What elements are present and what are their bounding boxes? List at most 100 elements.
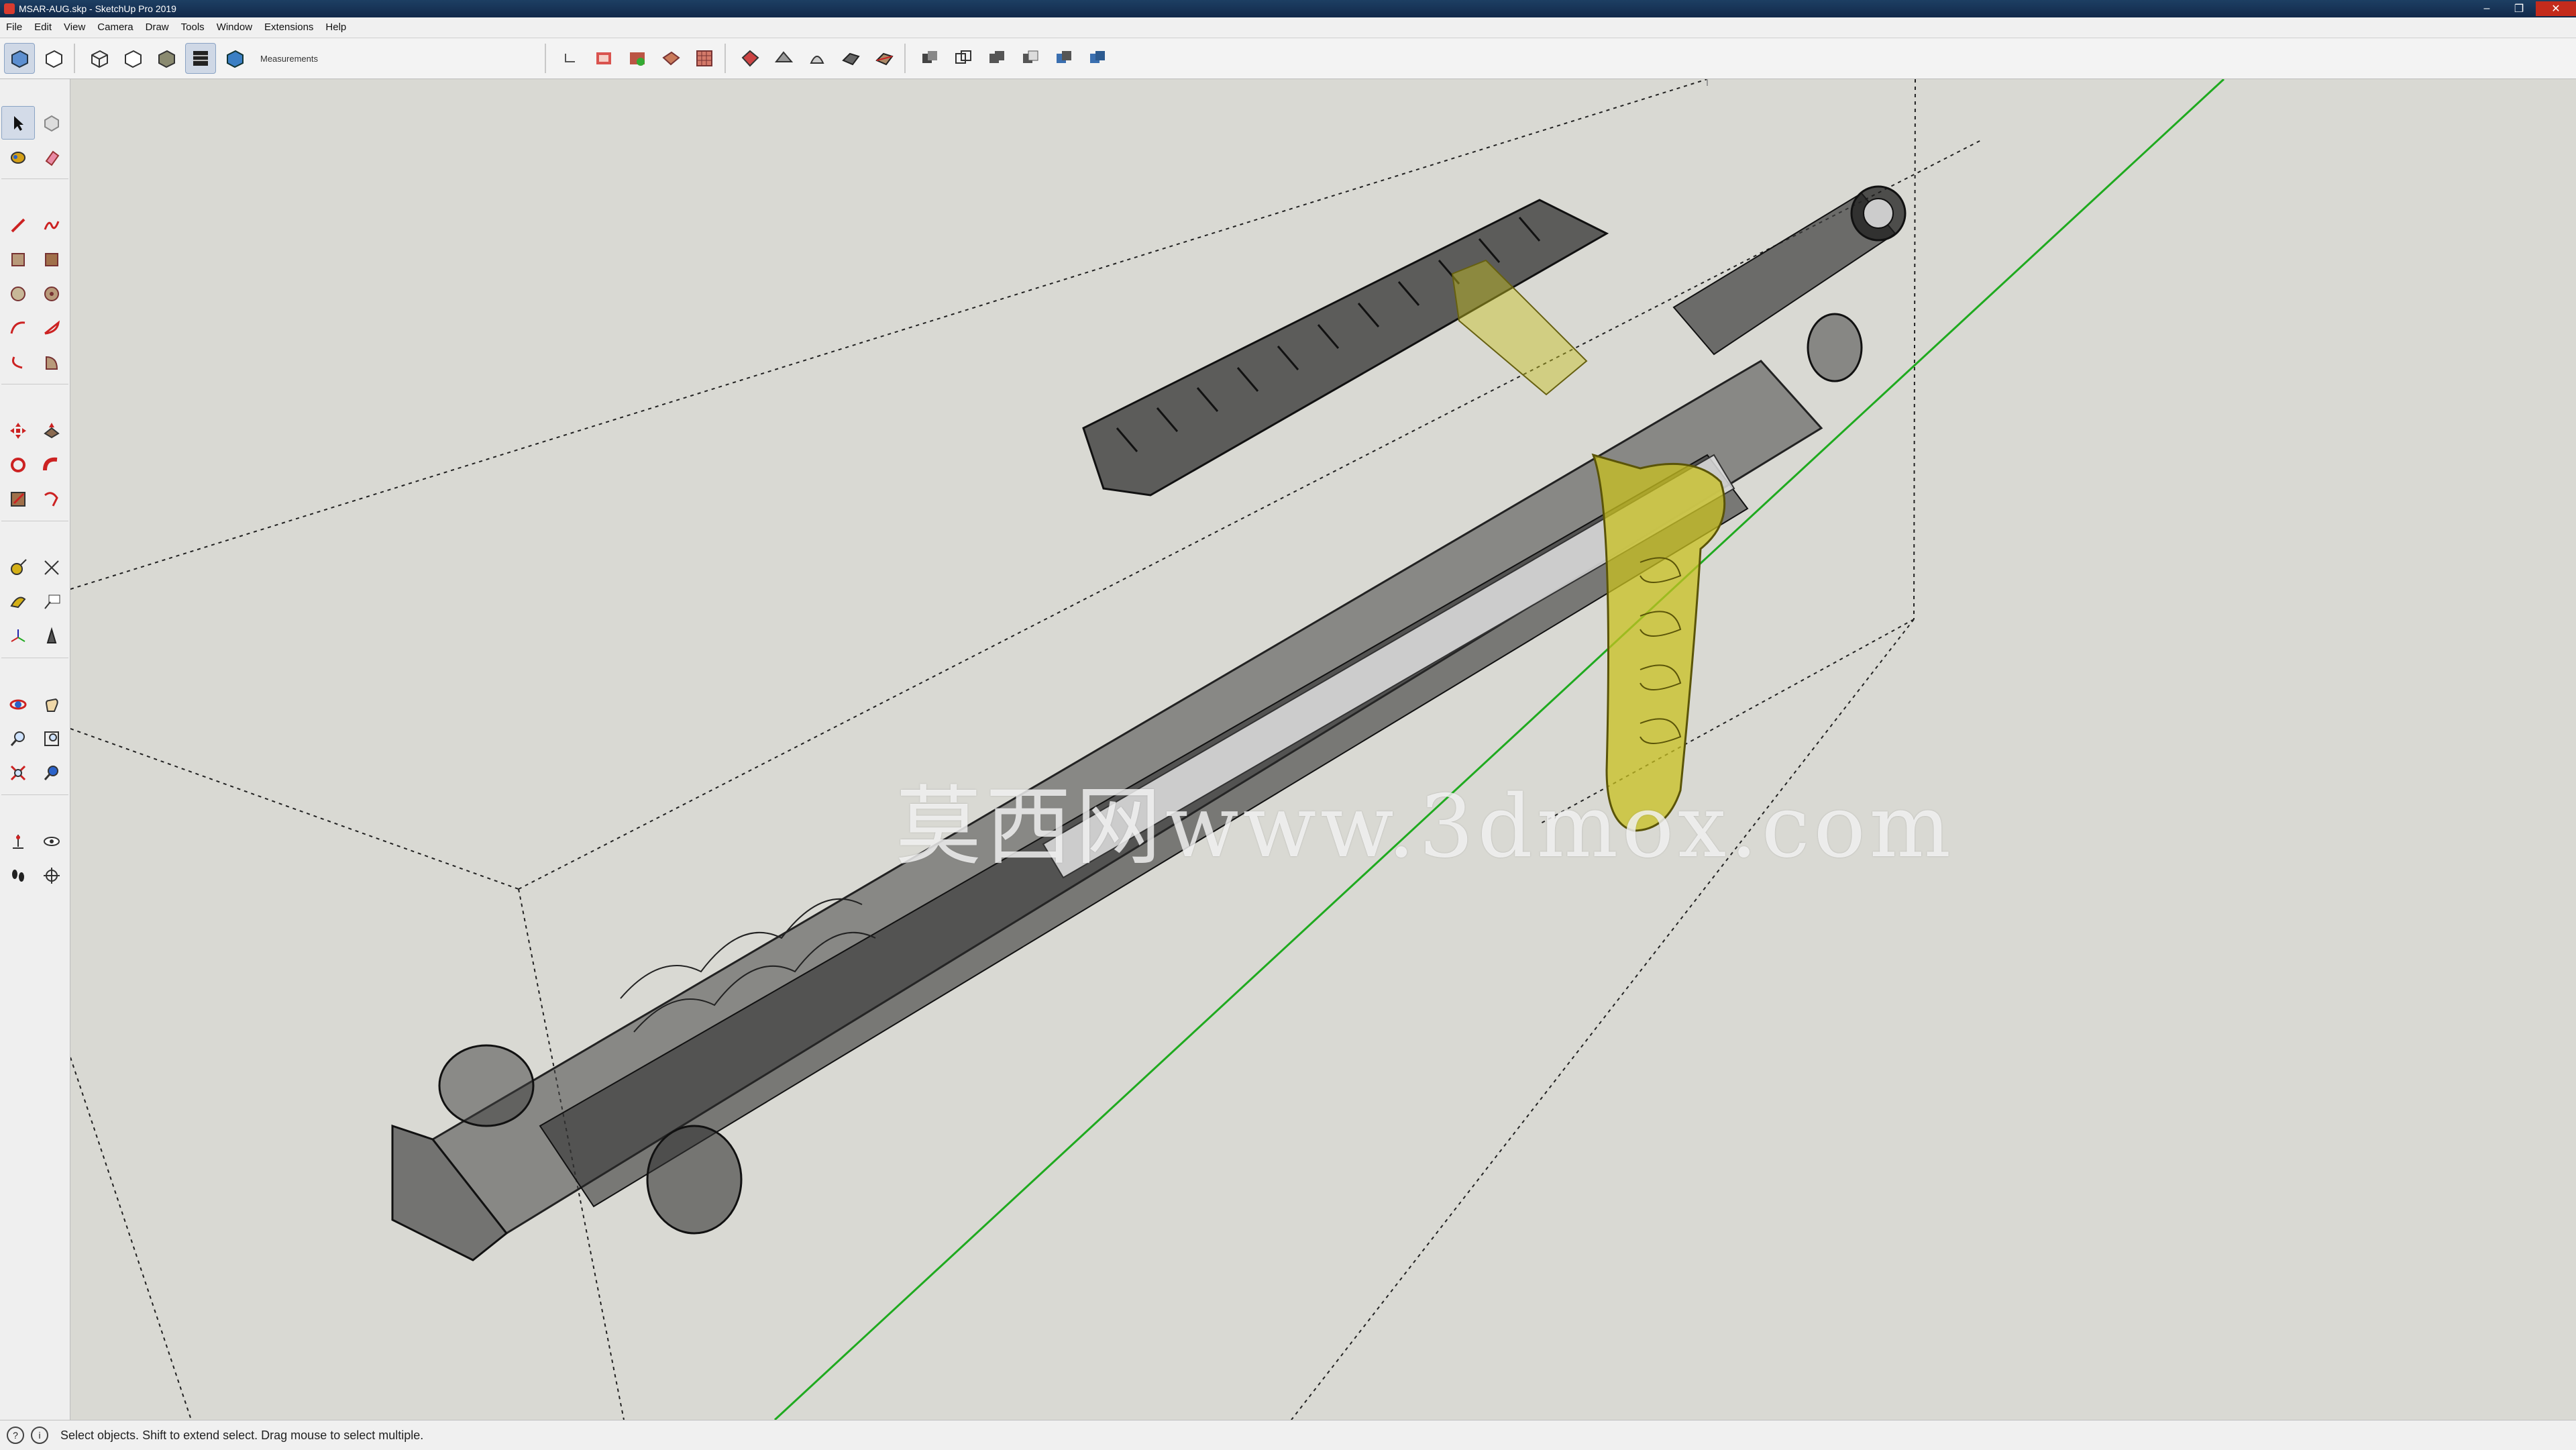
info-icon[interactable]: i xyxy=(31,1427,48,1444)
union-button[interactable] xyxy=(982,44,1012,73)
rifle-model[interactable] xyxy=(391,185,1907,1261)
paint-bucket-icon xyxy=(11,152,25,164)
measurements-box[interactable]: Measurements xyxy=(256,44,546,73)
freehand-tool[interactable] xyxy=(35,209,68,242)
add-location-button[interactable] xyxy=(589,44,619,73)
add-detail-icon xyxy=(842,52,860,66)
stamp-button[interactable] xyxy=(769,44,798,73)
menu-window[interactable]: Window xyxy=(211,17,258,38)
geo-location-icon[interactable]: ? xyxy=(7,1427,24,1444)
eye-icon xyxy=(44,837,60,846)
zoom-extents-tool[interactable] xyxy=(1,756,35,790)
close-button[interactable]: ✕ xyxy=(2536,1,2576,16)
menu-draw[interactable]: Draw xyxy=(140,17,175,38)
sketchup-logo-icon xyxy=(4,3,15,14)
follow-me-icon xyxy=(43,457,58,471)
menu-file[interactable]: File xyxy=(0,17,28,38)
zoom-tool[interactable] xyxy=(1,722,35,756)
bounding-box-lines xyxy=(70,79,1983,1420)
smoove-button[interactable] xyxy=(735,44,765,73)
pan-tool[interactable] xyxy=(35,688,68,721)
measurements-label: Measurements xyxy=(260,53,318,64)
shaded-textures-button[interactable] xyxy=(185,43,216,74)
wireframe-icon xyxy=(91,50,108,68)
flip-edge-button[interactable] xyxy=(869,44,899,73)
wireframe-button[interactable] xyxy=(85,44,114,73)
axes-tool[interactable] xyxy=(1,619,35,653)
menu-help[interactable]: Help xyxy=(319,17,352,38)
pie-tool[interactable] xyxy=(35,346,68,379)
hidden-line-button[interactable] xyxy=(118,44,148,73)
scale-tool[interactable] xyxy=(1,482,35,516)
select-tool[interactable] xyxy=(1,106,35,140)
rotate-tool[interactable] xyxy=(1,448,35,482)
paint-bucket-tool[interactable] xyxy=(1,140,35,174)
line-tool[interactable] xyxy=(1,209,35,242)
shaded-button[interactable] xyxy=(152,44,181,73)
follow-me-tool[interactable] xyxy=(35,448,68,482)
drape-button[interactable] xyxy=(802,44,832,73)
two-point-arc-tool[interactable] xyxy=(35,311,68,345)
drape-icon xyxy=(810,56,824,64)
add-detail-button[interactable] xyxy=(836,44,865,73)
intersect-button[interactable] xyxy=(949,44,978,73)
menu-view[interactable]: View xyxy=(58,17,91,38)
3d-text-tool[interactable] xyxy=(35,619,68,653)
dimension-tool[interactable] xyxy=(35,551,68,584)
palette-separator xyxy=(1,790,68,795)
back-edges-button[interactable] xyxy=(39,44,68,73)
xray-cube-icon xyxy=(11,50,28,68)
undo-button[interactable] xyxy=(555,44,585,73)
polygon-icon xyxy=(44,287,59,301)
position-camera-tool[interactable] xyxy=(1,825,35,858)
hidden-line-icon xyxy=(125,50,142,68)
push-pull-tool[interactable] xyxy=(35,414,68,448)
maximize-button[interactable]: ❐ xyxy=(2504,1,2534,16)
menu-camera[interactable]: Camera xyxy=(91,17,139,38)
look-around-tool[interactable] xyxy=(35,825,68,858)
trim-button[interactable] xyxy=(1049,44,1079,73)
tape-measure-tool[interactable] xyxy=(1,551,35,584)
rotated-rectangle-icon xyxy=(45,253,58,266)
rectangle-tool[interactable] xyxy=(1,243,35,276)
menu-edit[interactable]: Edit xyxy=(28,17,58,38)
rotated-rectangle-tool[interactable] xyxy=(35,243,68,276)
subtract-button[interactable] xyxy=(1016,44,1045,73)
xray-style-button[interactable] xyxy=(4,43,35,74)
orbit-tool[interactable] xyxy=(1,688,35,721)
section-plane-tool[interactable] xyxy=(35,859,68,892)
walk-tool[interactable] xyxy=(1,859,35,892)
axes-icon xyxy=(11,629,25,642)
scale-icon xyxy=(11,492,25,507)
circle-tool[interactable] xyxy=(1,277,35,311)
move-tool[interactable] xyxy=(1,414,35,448)
arc-tool[interactable] xyxy=(1,311,35,345)
status-message: Select objects. Shift to extend select. … xyxy=(60,1428,424,1442)
sandbox-from-scratch-button[interactable] xyxy=(690,44,719,73)
pie-icon xyxy=(46,356,58,370)
split-button[interactable] xyxy=(1083,44,1112,73)
monochrome-button[interactable] xyxy=(220,44,250,73)
union-icon xyxy=(989,51,1004,63)
make-component-tool[interactable] xyxy=(35,106,68,140)
three-point-arc-tool[interactable] xyxy=(1,346,35,379)
menu-extensions[interactable]: Extensions xyxy=(258,17,319,38)
previous-view-tool[interactable] xyxy=(35,756,68,790)
model-viewport[interactable]: 莫西网www.3dmox.com xyxy=(70,79,2576,1420)
palette-separator xyxy=(1,517,68,521)
eraser-tool[interactable] xyxy=(35,140,68,174)
terrain-button[interactable] xyxy=(623,44,652,73)
minimize-button[interactable]: – xyxy=(2471,1,2502,16)
model-scene[interactable] xyxy=(70,79,2576,1420)
offset-tool[interactable] xyxy=(35,482,68,516)
protractor-tool[interactable] xyxy=(1,585,35,619)
text-tool[interactable] xyxy=(35,585,68,619)
outer-shell-button[interactable] xyxy=(915,44,945,73)
sandbox-from-contours-button[interactable] xyxy=(656,44,686,73)
polygon-tool[interactable] xyxy=(35,277,68,311)
offset-icon xyxy=(44,492,58,507)
menu-tools[interactable]: Tools xyxy=(175,17,211,38)
move-arrows-icon xyxy=(10,423,26,439)
zoom-window-tool[interactable] xyxy=(35,722,68,756)
two-point-arc-icon xyxy=(44,320,60,335)
